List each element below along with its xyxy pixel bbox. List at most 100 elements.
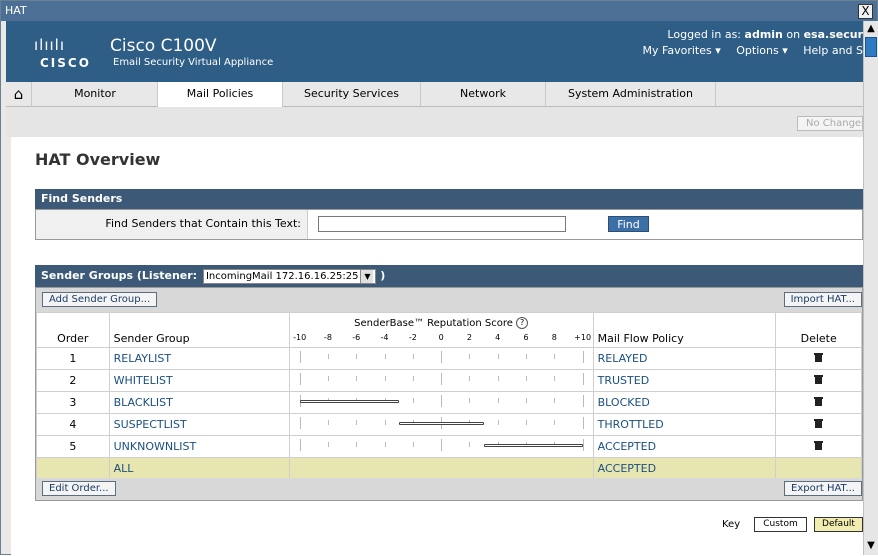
mail-flow-policy-link[interactable]: RELAYED [592,347,777,370]
tab-mail-policies[interactable]: Mail Policies [158,82,283,107]
col-sender-group: Sender Group [108,312,290,348]
score-tick [327,376,329,381]
table-row: 1 RELAYLIST RELAYED [36,347,862,370]
cisco-logo: CISCO [40,56,91,70]
table-row: 2 WHITELIST TRUSTED [36,369,862,392]
row-order: 2 [36,369,110,392]
listener-select[interactable]: IncomingMail 172.16.16.25:25 ▼ [202,269,377,284]
score-tick [356,376,358,381]
score-range-bar [398,422,484,425]
cisco-logo-bars-icon: ılıılı [34,36,66,54]
commit-bar: No Changes [6,107,863,137]
sender-groups-table: Order Sender Group SenderBase™ Reputatio… [36,312,862,479]
score-tick [412,398,414,403]
score-tick [526,398,528,403]
options-menu[interactable]: Options ▾ [736,44,787,57]
tab-security-services[interactable]: Security Services [283,82,421,107]
find-senders-input[interactable] [318,216,566,232]
score-tick [299,351,301,363]
key-default: Default [814,517,863,532]
score-range [290,436,593,457]
import-hat-button[interactable]: Import HAT... [783,292,862,307]
mail-flow-policy-link[interactable]: BLOCKED [592,391,777,414]
delete-cell [775,369,862,392]
score-tick [554,354,556,359]
edit-order-button[interactable]: Edit Order... [42,481,116,496]
sender-group-link[interactable]: RELAYLIST [108,347,290,370]
home-icon[interactable]: ⌂ [6,82,32,107]
scroll-thumb[interactable] [865,37,877,57]
score-range-bar [483,444,583,447]
delete-cell [775,347,862,370]
score-range-cell [288,435,594,458]
score-range-cell [288,391,594,414]
chevron-down-icon[interactable]: ▼ [360,270,374,283]
vertical-scrollbar[interactable]: ▲ ▼ [863,21,878,555]
trash-icon[interactable] [814,352,824,362]
trash-icon[interactable] [814,440,824,450]
main-content: HAT Overview Find Senders Find Senders t… [11,137,863,556]
scroll-down-icon[interactable]: ▼ [865,539,877,553]
score-axis-tick-label: 6 [523,333,529,342]
window-title: HAT [5,4,27,17]
help-icon[interactable]: ? [516,317,529,329]
sender-groups-panel: Add Sender Group... Import HAT... Order … [35,287,863,501]
sender-group-link[interactable]: UNKNOWNLIST [108,435,290,458]
score-tick [497,354,499,359]
mail-flow-policy-link[interactable]: THROTTLED [592,413,777,436]
score-axis-tick-label: 4 [495,333,501,342]
main-nav: ⌂ Monitor Mail Policies Security Service… [6,82,863,107]
mail-flow-policy-link[interactable]: ACCEPTED [592,435,777,458]
score-tick [497,376,499,381]
trash-icon[interactable] [814,418,824,428]
score-tick [327,420,329,425]
tab-network[interactable]: Network [421,82,546,107]
score-axis-tick-label: 2 [466,333,472,342]
score-tick [582,439,584,451]
export-hat-button[interactable]: Export HAT... [784,481,862,496]
no-changes-button[interactable]: No Changes [797,116,863,131]
score-axis-tick-label: -6 [352,333,361,342]
score-tick [554,398,556,403]
trash-icon[interactable] [814,374,824,384]
sender-group-link[interactable]: ALL [108,457,290,479]
score-tick [299,417,301,429]
score-axis-tick-label: -10 [293,333,307,342]
sender-group-link[interactable]: BLACKLIST [108,391,290,414]
score-range [290,414,593,435]
score-range-cell [288,347,594,370]
find-senders-box: Find Senders that Contain this Text: Fin… [35,209,863,240]
my-favorites-label: My Favorites [642,44,712,57]
delete-cell [775,435,862,458]
score-axis-tick-label: +10 [574,333,592,342]
options-label: Options [736,44,779,57]
product-subtitle: Email Security Virtual Appliance [113,57,274,68]
score-tick [384,376,386,381]
login-user: admin [744,28,783,41]
mail-flow-policy-link[interactable]: TRUSTED [592,369,777,392]
add-sender-group-button[interactable]: Add Sender Group... [42,292,158,307]
tab-system-administration[interactable]: System Administration [546,82,716,107]
score-tick [412,354,414,359]
close-icon[interactable]: X [858,4,873,19]
key-label: Key [722,519,741,530]
score-tick [497,420,499,425]
table-row-all: ALL ACCEPTED [36,457,862,479]
score-range [290,370,593,391]
my-favorites-menu[interactable]: My Favorites ▾ [643,44,721,57]
score-range [290,348,593,369]
score-tick [469,398,471,403]
mail-flow-policy-link[interactable]: ACCEPTED [592,457,777,479]
tab-monitor[interactable]: Monitor [33,82,158,107]
score-title: SenderBase™ Reputation Score ? [290,317,593,329]
find-senders-label: Find Senders that Contain this Text: [36,210,308,239]
row-order: 4 [36,413,110,436]
trash-icon[interactable] [814,396,824,406]
sender-group-link[interactable]: SUSPECTLIST [108,413,290,436]
login-prefix: Logged in as: [667,28,742,41]
scroll-up-icon[interactable]: ▲ [865,22,877,36]
help-menu[interactable]: Help and S [803,44,863,57]
find-button[interactable]: Find [608,216,649,232]
key-legend: Key Custom Default [11,517,863,537]
sender-group-link[interactable]: WHITELIST [108,369,290,392]
